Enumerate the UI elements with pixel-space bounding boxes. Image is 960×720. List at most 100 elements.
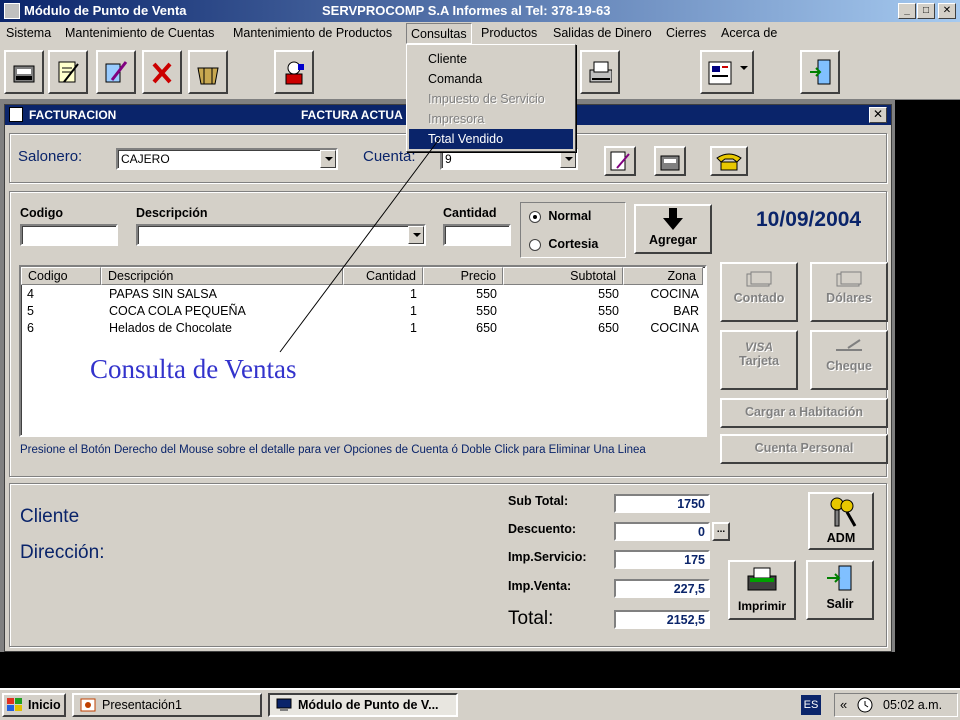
cell-zona: BAR — [673, 304, 699, 318]
subtotal-label: Sub Total: — [508, 494, 569, 508]
impuesto-servicio-field: 175 — [614, 550, 710, 569]
start-button[interactable]: Inicio — [2, 693, 66, 717]
cargar-habitacion-button[interactable]: Cargar a Habitación — [720, 398, 888, 428]
descripcion-label: Descripción — [136, 206, 208, 220]
cell-precio: 550 — [476, 287, 497, 301]
menu-salidas-dinero[interactable]: Salidas de Dinero — [553, 26, 652, 40]
descuento-more-button[interactable]: ... — [712, 522, 730, 541]
menu-mantenimiento-productos[interactable]: Mantenimiento de Productos — [233, 26, 392, 40]
detail-table[interactable]: Codigo Descripción Cantidad Precio Subto… — [19, 265, 707, 437]
impuesto-servicio-label: Imp.Servicio: — [508, 550, 587, 564]
menu-mantenimiento-cuentas[interactable]: Mantenimiento de Cuentas — [65, 26, 214, 40]
descuento-field[interactable]: 0 — [614, 522, 710, 541]
table-row[interactable]: 5 COCA COLA PEQUEÑA 1 550 550 BAR — [21, 304, 705, 320]
language-indicator[interactable]: ES — [801, 695, 821, 715]
radio-cortesia[interactable]: Cortesia — [529, 237, 598, 251]
table-row[interactable]: 4 PAPAS SIN SALSA 1 550 550 COCINA — [21, 287, 705, 303]
toolbar-edit-button[interactable] — [48, 50, 88, 94]
menu-acerca-de[interactable]: Acerca de — [721, 26, 777, 40]
form-icon — [708, 61, 732, 85]
cantidad-input[interactable] — [443, 224, 511, 246]
taskbar-item-presentacion[interactable]: Presentación1 — [72, 693, 262, 717]
clock-icon[interactable] — [857, 697, 873, 713]
cheque-button[interactable]: Cheque — [810, 330, 888, 390]
column-header-cantidad[interactable]: Cantidad — [343, 267, 423, 285]
agregar-button[interactable]: Agregar — [634, 204, 712, 254]
menu-consultas[interactable]: Consultas — [406, 23, 472, 44]
toolbar-waiter-button[interactable] — [274, 50, 314, 94]
total-label: Total: — [508, 608, 554, 629]
chevron-down-icon[interactable] — [320, 150, 336, 168]
cell-descripcion: Helados de Chocolate — [109, 321, 232, 335]
impuesto-venta-label: Imp.Venta: — [508, 579, 572, 593]
contado-button[interactable]: Contado — [720, 262, 798, 322]
tray-clock[interactable]: 05:02 a.m. — [883, 698, 942, 712]
menu-productos[interactable]: Productos — [481, 26, 537, 40]
menu-item-impuesto-servicio[interactable]: Impuesto de Servicio — [409, 89, 573, 109]
chevron-down-icon[interactable] — [408, 226, 424, 244]
toolbar-exit-button[interactable] — [800, 50, 840, 94]
register-button[interactable] — [654, 146, 686, 176]
salonero-value: CAJERO — [121, 152, 170, 166]
toolbar-basket-button[interactable] — [188, 50, 228, 94]
cell-descripcion: COCA COLA PEQUEÑA — [109, 304, 246, 318]
toolbar-write-button[interactable] — [96, 50, 136, 94]
telephone-icon — [716, 153, 742, 171]
phone-button[interactable] — [710, 146, 748, 176]
impuesto-venta-field: 227,5 — [614, 579, 710, 598]
tray-expand-chevron[interactable]: « — [840, 697, 847, 712]
cheque-label: Cheque — [826, 359, 872, 373]
toolbar-cash-register-button[interactable] — [4, 50, 44, 94]
minimize-button[interactable]: _ — [898, 3, 916, 19]
toolbar-printer-button[interactable] — [580, 50, 620, 94]
radio-normal-label: Normal — [548, 209, 592, 223]
cell-cantidad: 1 — [410, 287, 417, 301]
column-header-descripcion[interactable]: Descripción — [101, 267, 343, 285]
table-row[interactable]: 6 Helados de Chocolate 1 650 650 COCINA — [21, 321, 705, 337]
taskbar-item-punto-venta[interactable]: Módulo de Punto de V... — [268, 693, 458, 717]
cell-subtotal: 550 — [598, 304, 619, 318]
menu-item-comanda[interactable]: Comanda — [409, 69, 573, 89]
chevron-down-icon — [740, 66, 748, 70]
totals-group: Cliente Dirección: Sub Total: 1750 Descu… — [9, 483, 887, 647]
codigo-input[interactable] — [20, 224, 118, 246]
chevron-down-icon[interactable] — [560, 150, 576, 168]
app-title: Módulo de Punto de Venta — [24, 3, 187, 18]
maximize-button[interactable]: □ — [917, 3, 935, 19]
cash-icon — [746, 271, 772, 287]
radio-normal[interactable]: Normal — [529, 209, 591, 223]
app-title-bar: Módulo de Punto de Venta SERVPROCOMP S.A… — [0, 0, 960, 22]
imprimir-label: Imprimir — [737, 599, 786, 613]
descripcion-combo[interactable] — [136, 224, 426, 246]
toolbar-delete-button[interactable] — [142, 50, 182, 94]
cell-codigo: 5 — [27, 304, 34, 318]
imprimir-button[interactable]: Imprimir — [728, 560, 796, 620]
form-close-button[interactable]: ✕ — [869, 107, 887, 123]
column-header-subtotal[interactable]: Subtotal — [503, 267, 623, 285]
menu-item-total-vendido[interactable]: Total Vendido — [409, 129, 573, 149]
adm-button[interactable]: ADM — [808, 492, 874, 550]
column-header-codigo[interactable]: Codigo — [21, 267, 101, 285]
toolbar-calculator-dropdown[interactable] — [700, 50, 754, 94]
taskbar-item-label: Presentación1 — [102, 698, 182, 712]
adm-label: ADM — [826, 531, 856, 545]
radio-checked-icon — [529, 210, 541, 223]
close-button[interactable]: ✕ — [938, 3, 956, 19]
powerpoint-icon — [80, 698, 96, 712]
menu-cierres[interactable]: Cierres — [666, 26, 706, 40]
tarjeta-button[interactable]: VISA Tarjeta — [720, 330, 798, 390]
salonero-label: Salonero: — [18, 148, 83, 165]
cuenta-personal-button[interactable]: Cuenta Personal — [720, 434, 888, 464]
menu-item-impresora[interactable]: Impresora — [409, 109, 573, 129]
agregar-label: Agregar — [649, 233, 697, 247]
column-header-precio[interactable]: Precio — [423, 267, 503, 285]
notes-button[interactable] — [604, 146, 636, 176]
salonero-combo[interactable]: CAJERO — [116, 148, 338, 170]
dolares-button[interactable]: Dólares — [810, 262, 888, 322]
salir-button[interactable]: Salir — [806, 560, 874, 620]
column-header-zona[interactable]: Zona — [623, 267, 703, 285]
menu-item-cliente[interactable]: Cliente — [409, 49, 573, 69]
annotation-label: Consulta de Ventas — [90, 354, 297, 384]
form-subtitle: FACTURA ACTUA — [301, 108, 403, 122]
menu-sistema[interactable]: Sistema — [6, 26, 51, 40]
